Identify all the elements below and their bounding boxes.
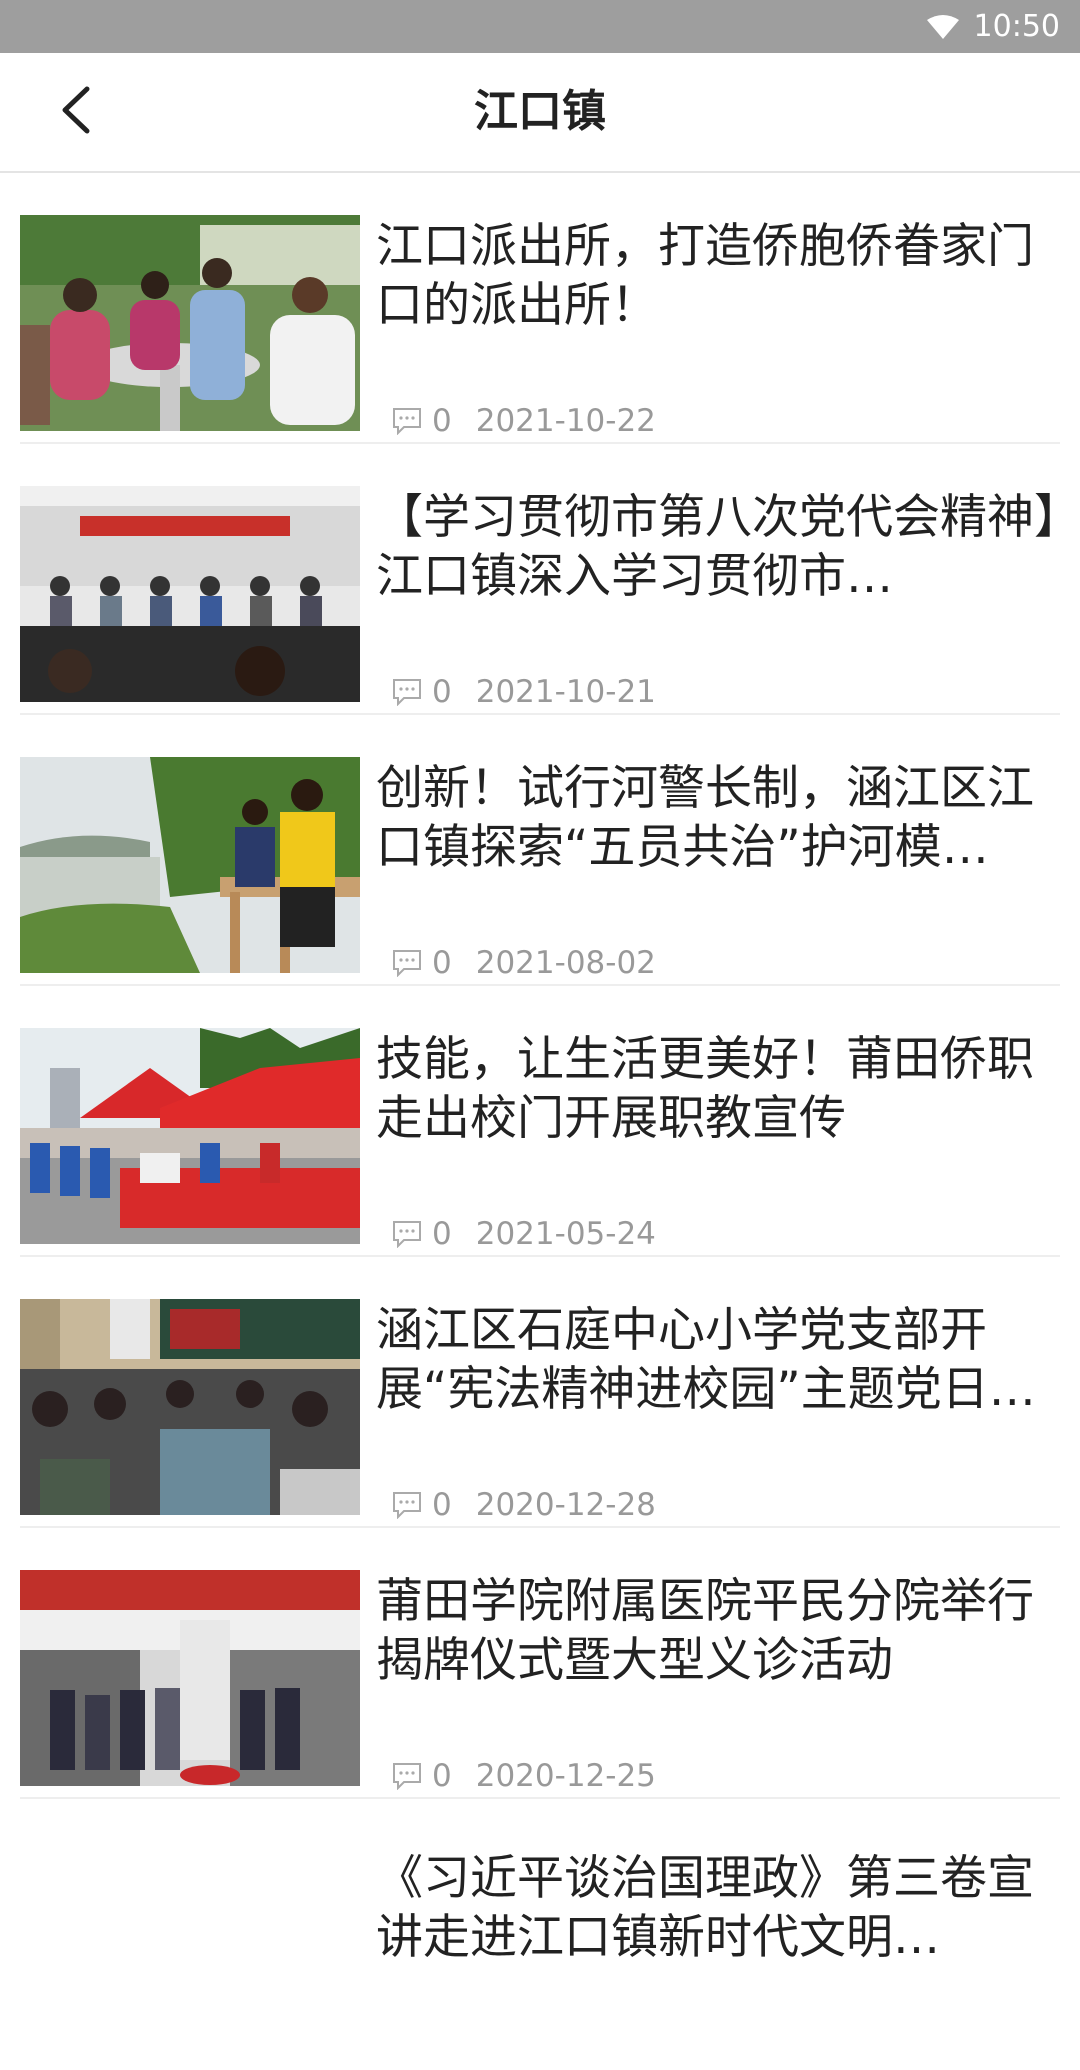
news-title: 《习近平谈治国理政》第三卷宣讲走进江口镇新时代文明… — [376, 1851, 1034, 1965]
news-title: 莆田学院附属医院平民分院举行揭牌仪式暨大型义诊活动 — [376, 1574, 1034, 1688]
comment-count: 0 — [432, 945, 452, 981]
news-meta: 0 2021-10-21 — [392, 672, 656, 712]
status-bar: 10:50 — [0, 0, 1080, 53]
status-indicators: 10:50 — [926, 0, 1060, 53]
comment-icon — [392, 949, 422, 977]
comment-icon — [392, 1762, 422, 1790]
news-date: 2020-12-25 — [475, 1758, 656, 1794]
news-title: 江口派出所，打造侨胞侨眷家门口的派出所！ — [376, 219, 1034, 333]
news-date: 2020-12-28 — [475, 1487, 656, 1523]
comment-count: 0 — [432, 1216, 452, 1252]
news-thumbnail — [20, 486, 360, 702]
wifi-icon — [926, 14, 960, 40]
status-time: 10:50 — [973, 9, 1060, 44]
comment-icon — [392, 1491, 422, 1519]
news-item[interactable]: 涵江区石庭中心小学党支部开展“宪法精神进校园”主题党日… 0 2020-12-2… — [20, 1257, 1060, 1528]
news-date: 2021-10-22 — [475, 403, 656, 439]
news-thumbnail — [20, 1028, 360, 1244]
news-date: 2021-08-02 — [475, 945, 656, 981]
news-meta: 0 2021-08-02 — [392, 943, 656, 983]
news-title: 【学习贯彻市第八次党代会精神】江口镇深入学习贯彻市… — [376, 490, 1058, 604]
news-thumbnail — [20, 215, 360, 431]
news-item[interactable]: 莆田学院附属医院平民分院举行揭牌仪式暨大型义诊活动 0 2020-12-25 — [20, 1528, 1060, 1799]
comment-icon — [392, 678, 422, 706]
news-thumbnail — [20, 757, 360, 973]
news-meta: 0 2021-05-24 — [392, 1214, 656, 1254]
page-title: 江口镇 — [474, 86, 606, 137]
news-item[interactable]: 《习近平谈治国理政》第三卷宣讲走进江口镇新时代文明… — [20, 1799, 1060, 2070]
news-item[interactable]: 江口派出所，打造侨胞侨眷家门口的派出所！ 0 2021-10-22 — [20, 173, 1060, 444]
app-bar: 江口镇 — [0, 53, 1080, 173]
news-title: 创新！试行河警长制，涵江区江口镇探索“五员共治”护河模… — [376, 761, 1034, 875]
news-title: 技能，让生活更美好！莆田侨职走出校门开展职教宣传 — [376, 1032, 1034, 1146]
comment-count: 0 — [432, 403, 452, 439]
news-thumbnail — [20, 1299, 360, 1515]
comment-count: 0 — [432, 1758, 452, 1794]
news-meta: 0 2021-10-22 — [392, 401, 656, 441]
news-meta: 0 2020-12-28 — [392, 1485, 656, 1525]
news-date: 2021-05-24 — [475, 1216, 656, 1252]
news-title: 涵江区石庭中心小学党支部开展“宪法精神进校园”主题党日… — [376, 1303, 1036, 1417]
comment-icon — [392, 1220, 422, 1248]
news-date: 2021-10-21 — [475, 674, 656, 710]
news-thumbnail — [20, 1570, 360, 1786]
news-item[interactable]: 创新！试行河警长制，涵江区江口镇探索“五员共治”护河模… 0 2021-08-0… — [20, 715, 1060, 986]
news-item[interactable]: 【学习贯彻市第八次党代会精神】江口镇深入学习贯彻市… 0 2021-10-21 — [20, 444, 1060, 715]
comment-count: 0 — [432, 674, 452, 710]
news-list: 江口派出所，打造侨胞侨眷家门口的派出所！ 0 2021-10-22 【学习贯彻市… — [0, 173, 1080, 2070]
comment-icon — [392, 407, 422, 435]
news-item[interactable]: 技能，让生活更美好！莆田侨职走出校门开展职教宣传 0 2021-05-24 — [20, 986, 1060, 1257]
news-meta: 0 2020-12-25 — [392, 1756, 656, 1796]
comment-count: 0 — [432, 1487, 452, 1523]
